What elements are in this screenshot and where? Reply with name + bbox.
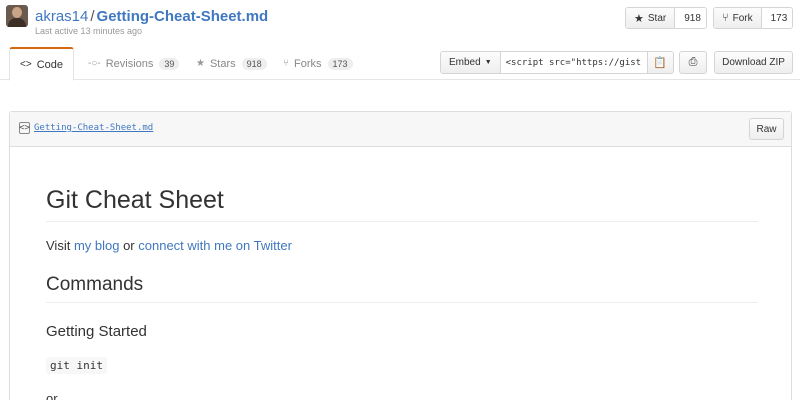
title-separator: / <box>90 8 95 25</box>
tab-revisions[interactable]: -○- Revisions 39 <box>88 47 180 80</box>
fork-button[interactable]: ⑂ Fork <box>714 8 762 28</box>
or-paragraph: or <box>46 391 58 400</box>
fork-icon: ⑂ <box>283 58 289 69</box>
embed-group: Embed ▼ 📋 <box>440 51 674 74</box>
file-name-link[interactable]: Getting-Cheat-Sheet.md <box>34 123 153 133</box>
avatar-shoulders <box>8 18 26 27</box>
tab-stars-label: Stars <box>209 57 236 70</box>
fork-count[interactable]: 173 <box>761 8 792 28</box>
blog-link[interactable]: my blog <box>74 238 120 253</box>
heading-commands: Commands <box>46 274 758 303</box>
caret-down-icon: ▼ <box>484 59 492 66</box>
gist-header: akras14/Getting-Cheat-Sheet.md Last acti… <box>0 0 800 40</box>
code-git-init: git init <box>46 357 107 374</box>
owner-link[interactable]: akras14 <box>35 8 88 25</box>
tab-stars[interactable]: ★ Stars 918 <box>196 47 267 80</box>
forks-count-badge: 173 <box>327 57 353 70</box>
tab-forks-label: Forks <box>294 57 322 70</box>
star-icon: ★ <box>634 12 644 25</box>
fork-button-group: ⑂ Fork 173 <box>713 7 793 29</box>
star-button[interactable]: ★ Star <box>626 8 676 28</box>
fork-icon: ⑂ <box>722 12 729 24</box>
file-code-icon: <> <box>19 122 30 134</box>
embed-url-input[interactable] <box>500 52 647 73</box>
heading-getting-started: Getting Started <box>46 323 147 340</box>
star-button-group: ★ Star 918 <box>625 7 707 29</box>
twitter-link[interactable]: connect with me on Twitter <box>138 238 292 253</box>
embed-dropdown[interactable]: Embed ▼ <box>441 52 501 73</box>
tab-code[interactable]: <> Code <box>9 47 74 81</box>
avatar[interactable] <box>6 5 28 27</box>
tab-forks[interactable]: ⑂ Forks 173 <box>283 47 353 80</box>
tab-revisions-label: Revisions <box>105 57 154 70</box>
raw-button[interactable]: Raw <box>749 118 784 140</box>
heading-git-cheat-sheet: Git Cheat Sheet <box>46 186 758 222</box>
gist-name-link[interactable]: Getting-Cheat-Sheet.md <box>97 8 269 25</box>
star-label: Star <box>647 12 667 24</box>
stars-count-badge: 918 <box>241 57 267 70</box>
star-count[interactable]: 918 <box>675 8 706 28</box>
visit-prefix: Visit <box>46 238 74 253</box>
file-box: <> Getting-Cheat-Sheet.md Raw Git Cheat … <box>9 111 792 400</box>
download-zip-button[interactable]: Download ZIP <box>714 51 793 74</box>
last-active-text: Last active 13 minutes ago <box>35 26 143 36</box>
revisions-icon: -○- <box>88 58 101 69</box>
desktop-download-icon: ⎙ <box>688 56 698 68</box>
revisions-count-badge: 39 <box>159 57 180 70</box>
fork-label: Fork <box>732 12 753 24</box>
copy-to-clipboard-button[interactable]: 📋 <box>646 52 673 73</box>
visit-paragraph: Visit my blog or connect with me on Twit… <box>46 238 292 253</box>
embed-label: Embed <box>449 57 481 68</box>
open-in-desktop-button[interactable]: ⎙ <box>679 51 707 74</box>
clipboard-icon: 📋 <box>653 57 667 69</box>
gist-title: akras14/Getting-Cheat-Sheet.md <box>35 8 268 26</box>
code-icon: <> <box>20 59 32 70</box>
avatar-head <box>12 7 22 18</box>
file-header: <> Getting-Cheat-Sheet.md Raw <box>10 112 791 147</box>
or-text: or <box>119 238 139 253</box>
star-icon: ★ <box>196 58 205 69</box>
tab-code-label: Code <box>36 58 63 71</box>
